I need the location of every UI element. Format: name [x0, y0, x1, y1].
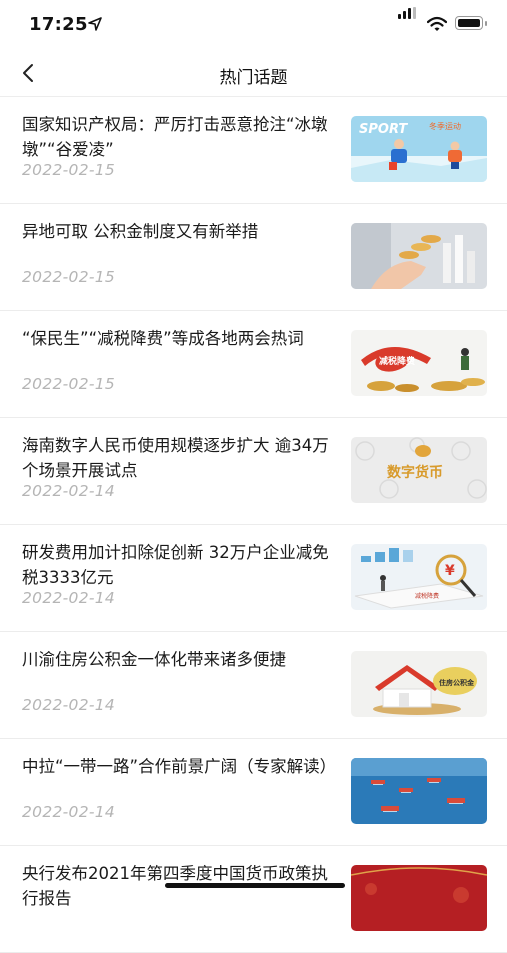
home-indicator[interactable]: [165, 883, 345, 888]
ships-sea-image: [351, 758, 487, 824]
article-date: 2022-02-15: [22, 268, 116, 286]
location-arrow-icon: [88, 17, 102, 31]
winter-sports-image: SPORT 冬季运动: [351, 116, 487, 182]
article-date: 2022-02-15: [22, 375, 116, 393]
svg-text:冬季运动: 冬季运动: [429, 121, 461, 131]
status-bar: 17:25: [0, 0, 507, 50]
housing-fund-image: 住房公积金: [351, 651, 487, 717]
navigation-bar: 热门话题: [0, 50, 507, 97]
svg-text:减税降费: 减税降费: [379, 355, 415, 367]
digital-rmb-image: 数字货币: [351, 437, 487, 503]
article-title: 川渝住房公积金一体化带来诸多便捷: [22, 650, 286, 669]
status-time: 17:25: [29, 14, 88, 35]
article-list-item[interactable]: 研发费用加计扣除促创新 32万户企业减免税3333亿元 2022-02-14 ¥…: [0, 525, 507, 632]
article-title: 海南数字人民币使用规模逐步扩大 逾34万个场景开展试点: [22, 436, 329, 480]
article-title: “保民生”“减税降费”等成各地两会热词: [22, 329, 304, 348]
article-list-item[interactable]: 异地可取 公积金制度又有新举措 2022-02-15: [0, 204, 507, 311]
article-title: 研发费用加计扣除促创新 32万户企业减免税3333亿元: [22, 543, 329, 587]
article-list-item[interactable]: “保民生”“减税降费”等成各地两会热词 2022-02-15 减税降费: [0, 311, 507, 418]
article-date: 2022-02-14: [22, 803, 116, 821]
svg-text:住房公积金: 住房公积金: [439, 678, 475, 687]
article-date: 2022-02-14: [22, 482, 116, 500]
article-list-item[interactable]: 海南数字人民币使用规模逐步扩大 逾34万个场景开展试点 2022-02-14 数…: [0, 418, 507, 525]
tax-cut-image: 减税降费: [351, 330, 487, 396]
red-banner-image: [351, 865, 487, 931]
article-title: 异地可取 公积金制度又有新举措: [22, 222, 259, 241]
coins-hand-image: [351, 223, 487, 289]
page-title: 热门话题: [219, 68, 288, 88]
article-title: 中拉“一带一路”合作前景广阔（专家解读）: [22, 757, 337, 776]
article-list-item[interactable]: 中拉“一带一路”合作前景广阔（专家解读） 2022-02-14: [0, 739, 507, 846]
article-title: 国家知识产权局：严厉打击恶意抢注“冰墩墩”“谷爱凌”: [22, 115, 328, 159]
svg-text:SPORT: SPORT: [359, 122, 408, 137]
article-date: 2022-02-14: [22, 696, 116, 714]
article-date: 2022-02-14: [22, 589, 116, 607]
wifi-icon: [427, 16, 447, 31]
svg-text:数字货币: 数字货币: [387, 464, 443, 481]
article-list-item[interactable]: 国家知识产权局：严厉打击恶意抢注“冰墩墩”“谷爱凌” 2022-02-15 SP…: [0, 97, 507, 204]
svg-text:¥: ¥: [445, 563, 455, 579]
article-list-item[interactable]: 川渝住房公积金一体化带来诸多便捷 2022-02-14 住房公积金: [0, 632, 507, 739]
svg-text:减税降费: 减税降费: [415, 592, 439, 600]
article-date: 2022-02-15: [22, 161, 116, 179]
battery-icon: [455, 16, 487, 30]
article-list: 国家知识产权局：严厉打击恶意抢注“冰墩墩”“谷爱凌” 2022-02-15 SP…: [0, 97, 507, 953]
tax-reduction-image: ¥ 减税降费: [351, 544, 487, 610]
